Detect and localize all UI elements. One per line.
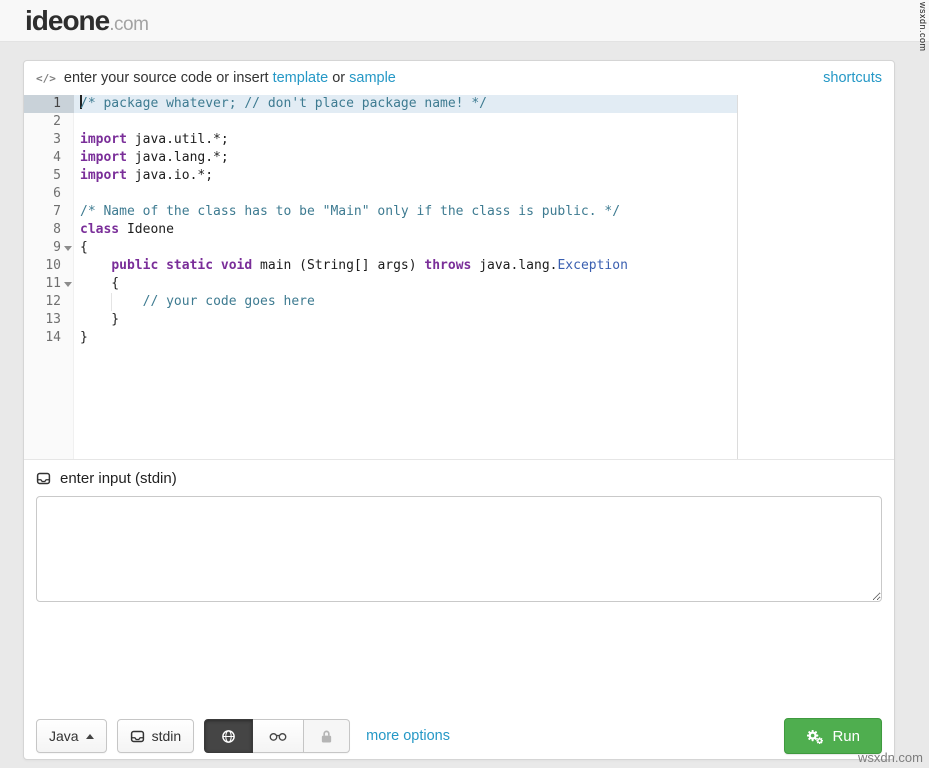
fold-arrow-icon[interactable] — [63, 281, 72, 287]
bottom-toolbar: Java stdin more options Run — [24, 718, 894, 759]
stdin-section: enter input (stdin) — [24, 460, 894, 602]
code-text: import java.lang.*; — [80, 150, 229, 165]
code-line-3[interactable]: 3 import java.util.*; — [24, 131, 737, 149]
template-link[interactable]: template — [273, 70, 329, 86]
code-line-8[interactable]: 8 class Ideone — [24, 221, 737, 239]
line-number: 5 — [53, 168, 61, 183]
code-line-9[interactable]: 9{ — [24, 239, 737, 257]
line-number: 10 — [45, 258, 61, 273]
code-line-1[interactable]: 1 /* package whatever; // don't place pac… — [24, 95, 737, 113]
line-number: 14 — [45, 330, 61, 345]
inbox-icon — [130, 730, 144, 742]
code-text: } — [80, 312, 120, 327]
code-line-13[interactable]: 13 } — [24, 311, 737, 329]
sample-link[interactable]: sample — [349, 70, 396, 86]
code-lines: 1 /* package whatever; // don't place pac… — [24, 95, 737, 347]
language-select-label: Java — [49, 728, 79, 744]
stdin-input[interactable] — [36, 496, 882, 602]
code-editor[interactable]: 1 /* package whatever; // don't place pac… — [24, 95, 738, 459]
code-line-11[interactable]: 11 { — [24, 275, 737, 293]
line-number: 6 — [53, 186, 61, 201]
run-button-label: Run — [832, 727, 860, 745]
globe-icon — [222, 729, 235, 743]
code-text: class Ideone — [80, 222, 174, 237]
line-number: 3 — [53, 132, 61, 147]
code-line-10[interactable]: 10 public static void main (String[] arg… — [24, 257, 737, 275]
visibility-unlisted-button[interactable] — [253, 719, 305, 753]
line-number: 1 — [24, 95, 74, 113]
ideone-logo[interactable]: ideone .com — [25, 4, 149, 37]
stdin-toggle-label: stdin — [151, 728, 182, 744]
editor-wrap: 1 /* package whatever; // don't place pac… — [24, 95, 894, 460]
code-line-4[interactable]: 4 import java.lang.*; — [24, 149, 737, 167]
shortcuts-link[interactable]: shortcuts — [823, 70, 882, 86]
stdin-toggle-button[interactable]: stdin — [116, 719, 195, 753]
line-number: 11 — [24, 275, 74, 293]
main-panel: </> enter your source code or insert tem… — [23, 60, 895, 760]
source-header: </> enter your source code or insert tem… — [24, 61, 894, 95]
code-line-5[interactable]: 5 import java.io.*; — [24, 167, 737, 185]
inbox-icon — [36, 472, 51, 485]
language-select-button[interactable]: Java — [36, 719, 107, 753]
line-number: 2 — [53, 114, 61, 129]
logo-main: ideone — [25, 4, 110, 36]
app-header: ideone .com — [0, 0, 929, 42]
line-number: 4 — [53, 150, 61, 165]
code-line-7[interactable]: 7 /* Name of the class has to be "Main" o… — [24, 203, 737, 221]
line-number: 7 — [53, 204, 61, 219]
code-text: } — [80, 330, 88, 345]
line-number: 8 — [53, 222, 61, 237]
line-number: 9 — [24, 239, 74, 257]
code-text: import java.io.*; — [80, 168, 214, 183]
code-line-6[interactable]: 6 — [24, 185, 737, 203]
run-button[interactable]: Run — [784, 718, 882, 754]
lock-icon — [322, 730, 332, 743]
glasses-icon — [269, 732, 287, 741]
code-icon: </> — [36, 71, 56, 85]
code-line-14[interactable]: 14} — [24, 329, 737, 347]
code-text: import java.util.*; — [80, 132, 229, 147]
stdin-label: enter input (stdin) — [60, 470, 177, 487]
code-line-12[interactable]: 12 // your code goes here — [24, 293, 737, 311]
watermark-top: wsxdn.com — [918, 2, 928, 52]
visibility-private-button[interactable] — [304, 719, 351, 753]
indent-guide — [111, 293, 112, 311]
code-text: /* Name of the class has to be "Main" on… — [80, 204, 621, 219]
code-text: /* package whatever; // don't place pack… — [80, 95, 487, 111]
source-header-text: enter your source code or insert — [63, 70, 269, 86]
code-text: { — [80, 240, 88, 255]
visibility-public-button[interactable] — [204, 719, 254, 753]
logo-suffix: .com — [109, 13, 149, 35]
more-options-link[interactable]: more options — [366, 728, 450, 744]
visibility-button-group — [204, 719, 351, 753]
line-number: 13 — [45, 312, 61, 327]
caret-up-icon — [85, 733, 94, 739]
fold-arrow-icon[interactable] — [63, 245, 72, 251]
or-text: or — [332, 70, 346, 86]
code-text: { — [80, 276, 120, 291]
code-text: public static void main (String[] args) … — [111, 258, 628, 273]
watermark: wsxdn.com — [857, 750, 923, 765]
line-number: 12 — [45, 294, 61, 309]
code-line-2[interactable]: 2 — [24, 113, 737, 131]
cogs-icon — [807, 729, 824, 744]
